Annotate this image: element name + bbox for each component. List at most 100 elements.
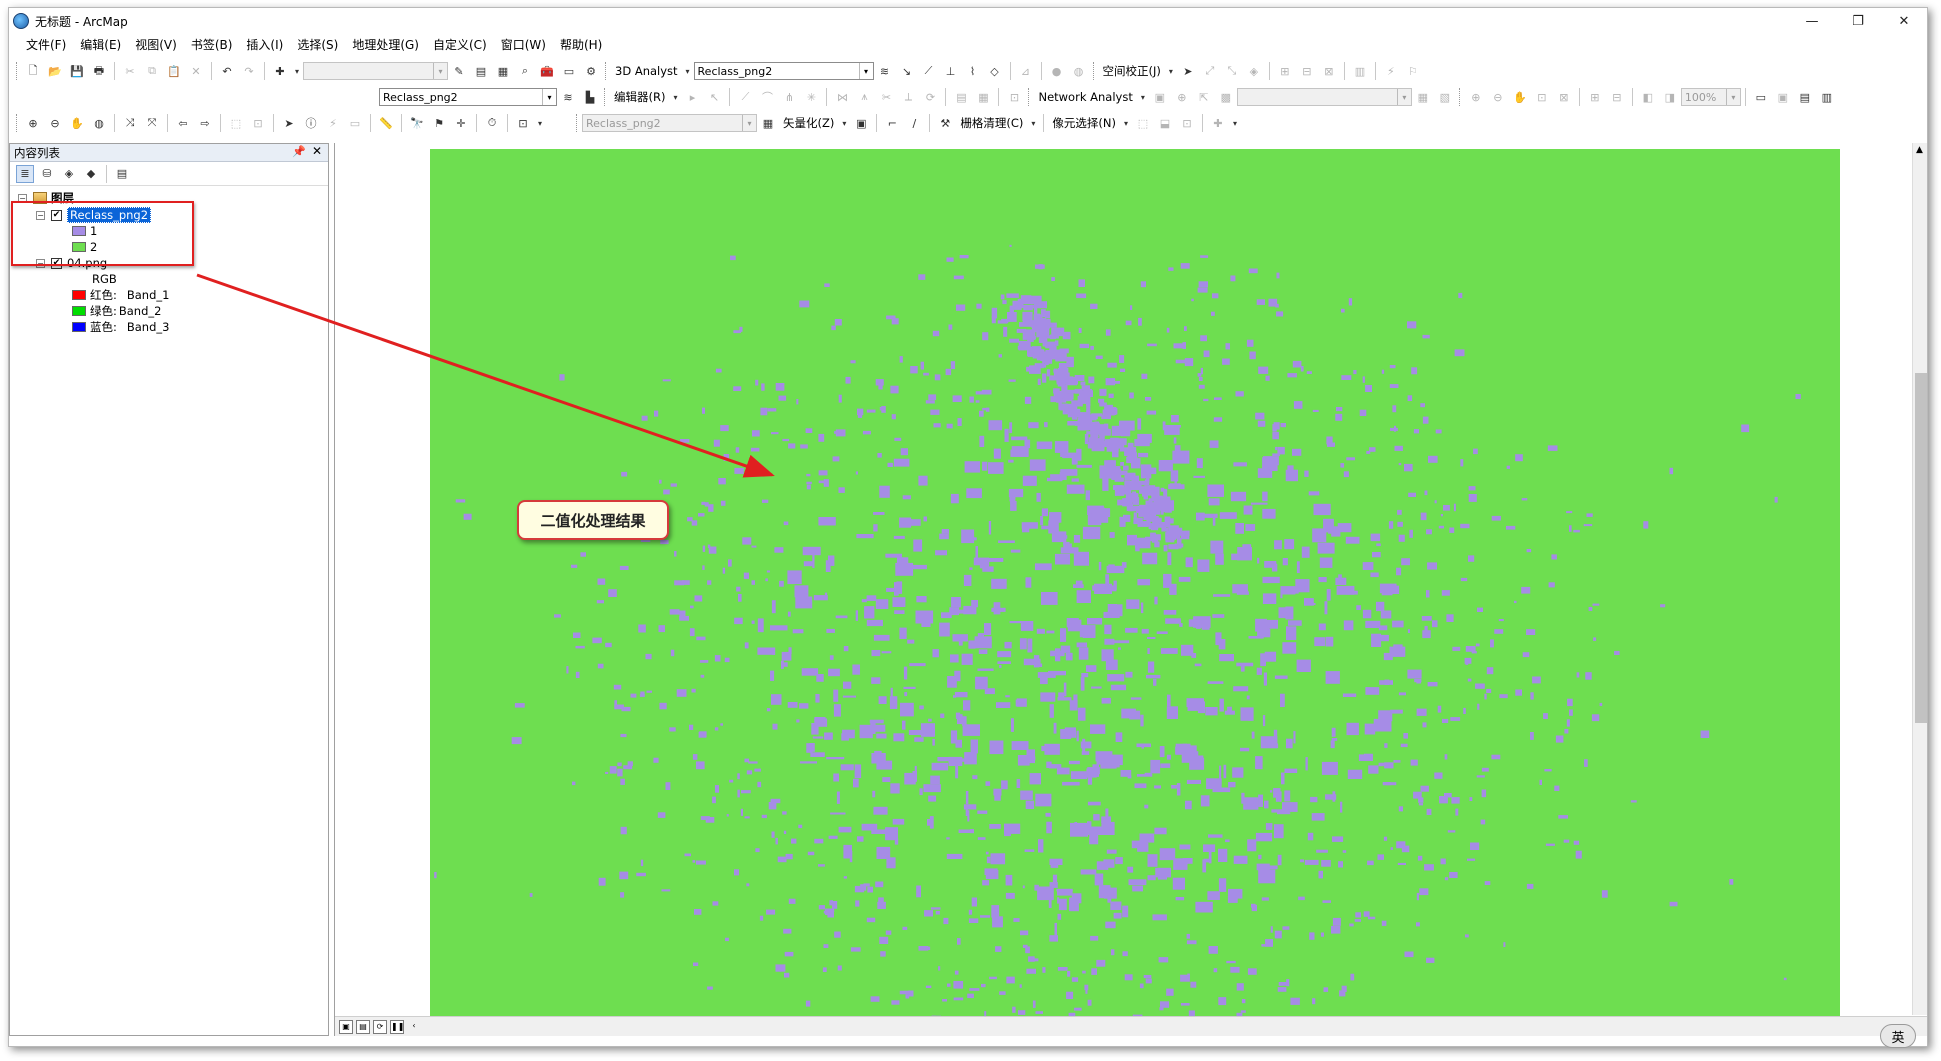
list-by-selection-icon[interactable]: ◆ <box>82 165 100 183</box>
arcscan-layer-combo[interactable]: Reclass_png2 ▾ <box>582 114 757 132</box>
histogram-icon[interactable]: ▙ <box>581 88 599 106</box>
toolbar-grip[interactable] <box>16 114 19 132</box>
3d-analyst-layer-combo[interactable]: Reclass_png2 ▾ <box>693 62 874 80</box>
reshape-icon[interactable]: ⩚ <box>855 88 873 106</box>
fixed-zoom-out-icon[interactable]: ⤧ <box>143 114 161 132</box>
zoom-whole-page-icon[interactable]: ⊡ <box>1533 88 1551 106</box>
model-builder-icon[interactable]: ⚙ <box>582 62 600 80</box>
time-slider-icon[interactable]: ⏱ <box>483 114 501 132</box>
toolbar-grip[interactable] <box>576 114 579 132</box>
editor-menu[interactable]: 编辑器(R) <box>610 89 669 105</box>
hyperlink-icon[interactable]: ⚡ <box>324 114 342 132</box>
menu-bookmarks[interactable]: 书签(B) <box>184 34 240 56</box>
edit-tool-icon[interactable]: ▸ <box>683 88 701 106</box>
steepest-path-icon[interactable]: ↘ <box>898 62 916 80</box>
layout-zoom-out-icon[interactable]: ⊖ <box>1489 88 1507 106</box>
arctoolbox-icon[interactable]: 🧰 <box>538 62 556 80</box>
refresh-icon[interactable]: ⟳ <box>373 1019 387 1034</box>
band-swatch[interactable] <box>72 306 86 316</box>
menu-edit[interactable]: 编辑(E) <box>73 34 128 56</box>
search-window-icon[interactable]: ⌕ <box>516 62 534 80</box>
interactive-select-icon[interactable]: ⬓ <box>1156 114 1174 132</box>
menu-insert[interactable]: 插入(I) <box>239 34 290 56</box>
layout-zoom-in-icon[interactable]: ⊕ <box>1467 88 1485 106</box>
save-icon[interactable]: 💾 <box>68 62 86 80</box>
spatial-analyst-layer-combo[interactable]: Reclass_png2 ▾ <box>379 88 557 106</box>
close-button[interactable]: ✕ <box>1881 8 1927 34</box>
raster-map-canvas[interactable] <box>430 149 1840 1023</box>
adjust-preview-icon[interactable]: ▥ <box>1351 62 1369 80</box>
restore-button[interactable]: ❐ <box>1835 8 1881 34</box>
copy-icon[interactable]: ⧉ <box>143 62 161 80</box>
finding-cells-icon[interactable]: ⊡ <box>1178 114 1196 132</box>
identify-icon[interactable]: ⓘ <box>302 114 320 132</box>
list-by-source-icon[interactable]: ⛁ <box>38 165 56 183</box>
vertical-scrollbar[interactable]: ▲ <box>1912 143 1927 1015</box>
list-by-drawing-order-icon[interactable]: ≣ <box>16 164 34 183</box>
attribute-transfer-icon[interactable]: ⚐ <box>1404 62 1422 80</box>
view-link-table-icon[interactable]: ⊠ <box>1320 62 1338 80</box>
toc-options-icon[interactable]: ▤ <box>113 165 131 183</box>
scroll-left-icon[interactable]: ‹ <box>407 1020 421 1034</box>
chevron-down-icon[interactable]: ▾ <box>684 62 692 80</box>
paste-icon[interactable]: 📋 <box>165 62 183 80</box>
toolbar-grip[interactable] <box>16 62 19 80</box>
toolbar-grip[interactable] <box>1028 88 1031 106</box>
georeferencing-menu[interactable]: 空间校正(J) <box>1099 63 1165 79</box>
build-network-icon[interactable]: ▦ <box>1414 88 1432 106</box>
create-features-icon[interactable]: ⊡ <box>1005 88 1023 106</box>
band-row[interactable]: 绿色: Band_2 <box>72 303 161 319</box>
layout-pan-icon[interactable]: ✋ <box>1511 88 1529 106</box>
directions-icon[interactable]: ▧ <box>1436 88 1454 106</box>
network-layer-combo[interactable]: ▾ <box>1236 88 1412 106</box>
measure-icon[interactable]: 📏 <box>377 114 395 132</box>
interpolate-polygon-icon[interactable]: ◇ <box>986 62 1004 80</box>
chevron-down-icon[interactable]: ▾ <box>1231 114 1239 132</box>
select-connected-cells-icon[interactable]: ⚒ <box>936 114 954 132</box>
band-row[interactable]: 蓝色: Band_3 <box>72 319 169 335</box>
toolbar-grip[interactable] <box>1092 62 1096 80</box>
data-view-icon[interactable]: ▣ <box>339 1019 353 1034</box>
select-elements-icon[interactable]: ➤ <box>1179 62 1197 80</box>
new-displacement-link-icon[interactable]: ⤢ <box>1201 62 1219 80</box>
go-forward-icon[interactable]: ⇨ <box>196 114 214 132</box>
show-preview-icon[interactable]: ▣ <box>852 114 870 132</box>
attributes-icon[interactable]: ▤ <box>952 88 970 106</box>
pin-icon[interactable]: 📌 <box>292 145 306 158</box>
toolbar-grip[interactable] <box>604 88 607 106</box>
create-location-icon[interactable]: ⊕ <box>1173 88 1191 106</box>
interpolate-line-icon[interactable]: ⌇ <box>964 62 982 80</box>
open-folder-icon[interactable]: 📂 <box>46 62 64 80</box>
clear-selection-icon[interactable]: ⊡ <box>249 114 267 132</box>
zoom-100-icon[interactable]: ⊠ <box>1555 88 1573 106</box>
toc-window-icon[interactable]: ▤ <box>472 62 490 80</box>
next-extent-icon[interactable]: ◨ <box>1661 88 1679 106</box>
add-data-icon[interactable]: ✚ <box>271 62 289 80</box>
band-swatch[interactable] <box>72 290 86 300</box>
chevron-down-icon[interactable]: ▾ <box>293 62 301 80</box>
arcglobe-icon[interactable]: ◍ <box>1070 62 1088 80</box>
fixed-zoom-in-icon[interactable]: ⤨ <box>121 114 139 132</box>
go-back-icon[interactable]: ⇦ <box>174 114 192 132</box>
focus-data-frame-icon[interactable]: ▣ <box>1774 88 1792 106</box>
previous-extent-icon[interactable]: ◧ <box>1639 88 1657 106</box>
select-cells-icon[interactable]: ⬚ <box>1134 114 1152 132</box>
arcscene-icon[interactable]: ● <box>1048 62 1066 80</box>
chevron-down-icon[interactable]: ▾ <box>1122 114 1130 132</box>
pan-icon[interactable]: ✋ <box>68 114 86 132</box>
sketch-properties-icon[interactable]: ▦ <box>974 88 992 106</box>
toggle-draft-mode-icon[interactable]: ▭ <box>1752 88 1770 106</box>
chevron-down-icon[interactable]: ▾ <box>1139 88 1147 106</box>
create-viewer-window-icon[interactable]: ⊡ <box>514 114 532 132</box>
fixed-zoom-out-icon[interactable]: ⊟ <box>1608 88 1626 106</box>
find-icon[interactable]: 🔭 <box>408 114 426 132</box>
new-document-icon[interactable]: 🗋 <box>24 62 42 80</box>
select-elements-icon[interactable]: ➤ <box>280 114 298 132</box>
select-by-rectangle-icon[interactable]: ⬚ <box>227 114 245 132</box>
menu-view[interactable]: 视图(V) <box>128 34 184 56</box>
vectorization-menu[interactable]: 矢量化(Z) <box>779 115 838 131</box>
raster-painting-icon[interactable]: ✚ <box>1209 114 1227 132</box>
arc-segment-icon[interactable]: ⌒ <box>758 88 776 106</box>
editor-toolbar-icon[interactable]: ✎ <box>450 62 468 80</box>
menu-geoprocessing[interactable]: 地理处理(G) <box>345 34 426 56</box>
